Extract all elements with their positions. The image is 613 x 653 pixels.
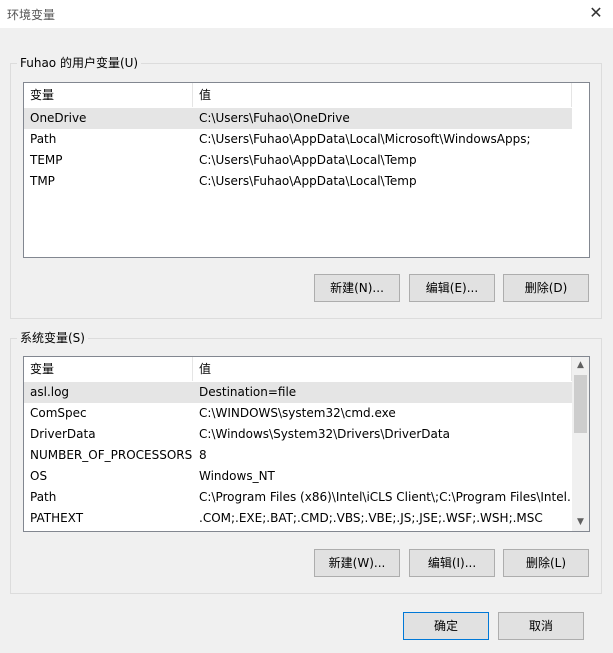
user-new-button[interactable]: 新建(N)...	[314, 274, 400, 302]
table-row[interactable]: OS Windows_NT	[24, 466, 572, 487]
scroll-down-arrow-icon[interactable]: ▼	[572, 514, 589, 531]
cancel-button[interactable]: 取消	[498, 612, 584, 640]
system-edit-button[interactable]: 编辑(I)...	[409, 549, 495, 577]
table-row[interactable]: NUMBER_OF_PROCESSORS 8	[24, 445, 572, 466]
system-variables-list[interactable]: 变量 值 asl.log Destination=file ComSpec C:\WI…	[23, 356, 590, 532]
user-list-header: 变量 值	[24, 83, 572, 107]
user-variables-list[interactable]: 变量 值 OneDrive C:\Users\Fuhao\OneDrive Path…	[23, 82, 590, 258]
user-delete-button[interactable]: 删除(D)	[503, 274, 589, 302]
column-header-value[interactable]: 值	[193, 357, 572, 381]
close-icon[interactable]: ✕	[585, 2, 607, 24]
variable-value-cell: C:\Users\Fuhao\OneDrive	[199, 111, 350, 125]
variable-value-cell: .COM;.EXE;.BAT;.CMD;.VBS;.VBE;.JS;.JSE;.…	[199, 511, 543, 525]
table-row[interactable]: ComSpec C:\WINDOWS\system32\cmd.exe	[24, 403, 572, 424]
variable-value-cell: C:\Users\Fuhao\AppData\Local\Temp	[199, 153, 417, 167]
variable-value-cell: Windows_NT	[199, 469, 275, 483]
title-bar: 环境变量 ✕	[0, 0, 613, 28]
variable-value-cell: C:\Users\Fuhao\AppData\Local\Temp	[199, 174, 417, 188]
system-delete-button[interactable]: 删除(L)	[503, 549, 589, 577]
table-row[interactable]: Path C:\Users\Fuhao\AppData\Local\Microso…	[24, 129, 572, 150]
variable-value-cell: Destination=file	[199, 385, 297, 399]
variable-value-cell: C:\Windows\System32\Drivers\DriverData	[199, 427, 450, 441]
system-list-header: 变量 值	[24, 357, 572, 381]
table-row[interactable]: DriverData C:\Windows\System32\Drivers\Dr…	[24, 424, 572, 445]
table-row[interactable]: TMP C:\Users\Fuhao\AppData\Local\Temp	[24, 171, 572, 192]
table-row[interactable]: PATHEXT .COM;.EXE;.BAT;.CMD;.VBS;.VBE;.JS…	[24, 508, 572, 529]
column-header-value[interactable]: 值	[193, 83, 572, 107]
system-variables-group-label: 系统变量(S)	[17, 330, 88, 346]
variable-name-cell: Path	[30, 490, 57, 504]
table-row[interactable]: TEMP C:\Users\Fuhao\AppData\Local\Temp	[24, 150, 572, 171]
scrollbar-thumb[interactable]	[574, 375, 587, 433]
variable-name-cell: OS	[30, 469, 48, 483]
variable-value-cell: 8	[199, 448, 207, 462]
variable-name-cell: asl.log	[30, 385, 70, 399]
variable-name-cell: PATHEXT	[30, 511, 84, 525]
table-row[interactable]: OneDrive C:\Users\Fuhao\OneDrive	[24, 108, 572, 129]
variable-value-cell: C:\Program Files (x86)\Intel\iCLS Client…	[199, 490, 572, 504]
window-title: 环境变量	[7, 8, 56, 22]
user-edit-button[interactable]: 编辑(E)...	[409, 274, 495, 302]
variable-name-cell: ComSpec	[30, 406, 87, 420]
variable-name-cell: TMP	[30, 174, 55, 188]
system-new-button[interactable]: 新建(W)...	[314, 549, 400, 577]
variable-name-cell: OneDrive	[30, 111, 87, 125]
variable-name-cell: Path	[30, 132, 57, 146]
variable-name-cell: TEMP	[30, 153, 63, 167]
ok-button[interactable]: 确定	[403, 612, 489, 640]
variable-value-cell: C:\WINDOWS\system32\cmd.exe	[199, 406, 396, 420]
user-variables-group-label: Fuhao 的用户变量(U)	[17, 55, 142, 71]
variable-name-cell: NUMBER_OF_PROCESSORS	[30, 448, 193, 462]
table-row[interactable]: asl.log Destination=file	[24, 382, 572, 403]
variable-name-cell: DriverData	[30, 427, 96, 441]
variable-value-cell: C:\Users\Fuhao\AppData\Local\Microsoft\W…	[199, 132, 531, 146]
column-header-variable[interactable]: 变量	[24, 83, 193, 107]
column-header-variable[interactable]: 变量	[24, 357, 193, 381]
system-list-scrollbar[interactable]: ▲ ▼	[572, 357, 589, 531]
table-row[interactable]: Path C:\Program Files (x86)\Intel\iCLS Cl…	[24, 487, 572, 508]
scroll-up-arrow-icon[interactable]: ▲	[572, 357, 589, 374]
